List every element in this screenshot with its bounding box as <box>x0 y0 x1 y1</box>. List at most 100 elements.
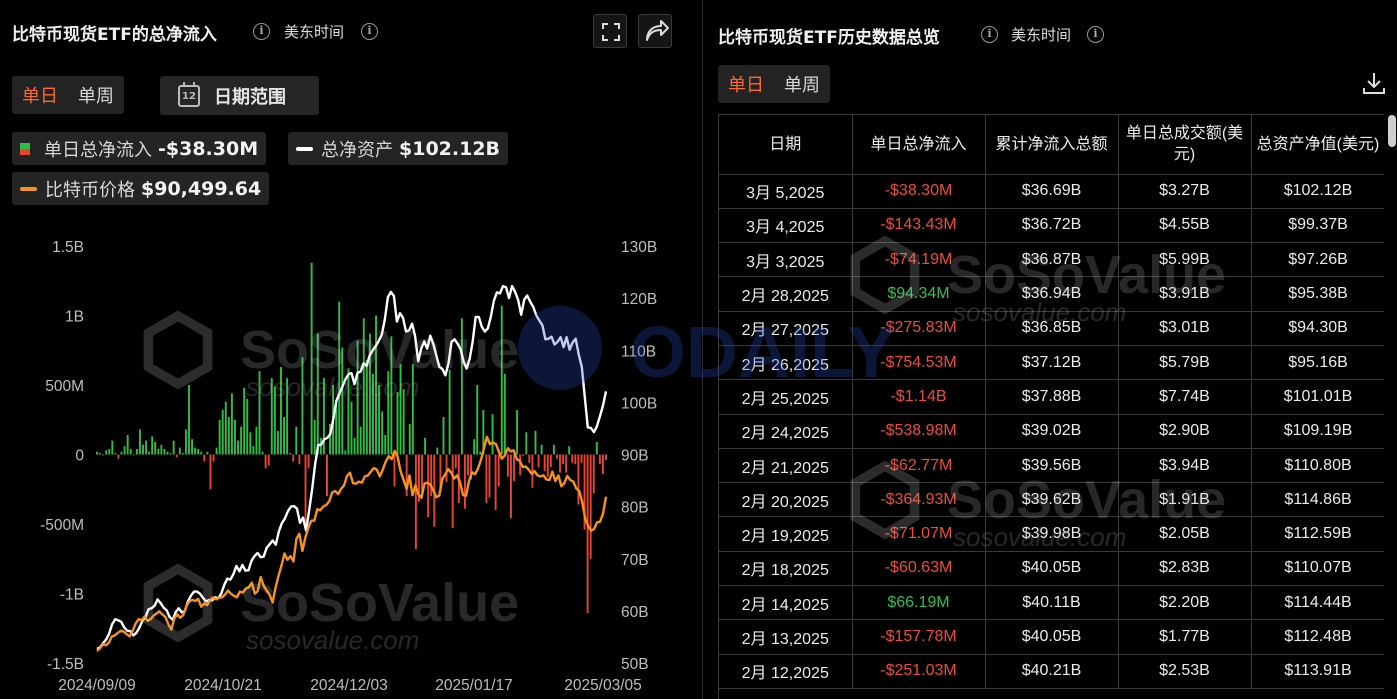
flow-bar[interactable] <box>500 305 503 455</box>
flow-bar[interactable] <box>276 430 279 455</box>
flow-bar[interactable] <box>96 451 98 455</box>
info-icon[interactable]: i <box>981 26 998 43</box>
flow-bar[interactable] <box>485 454 488 504</box>
flow-bar[interactable] <box>102 454 105 456</box>
flow-bar[interactable] <box>283 416 285 455</box>
flow-bar[interactable] <box>381 411 384 455</box>
flow-bar[interactable] <box>304 454 307 530</box>
legend-net-assets[interactable]: 总净资产 $102.12B <box>288 132 509 165</box>
flow-bar[interactable] <box>135 448 138 455</box>
flow-bar[interactable] <box>221 410 224 455</box>
flow-bar[interactable] <box>200 451 203 455</box>
flow-bar[interactable] <box>191 439 193 455</box>
flow-bar[interactable] <box>129 448 132 455</box>
flow-bar[interactable] <box>537 454 540 468</box>
flow-bar[interactable] <box>396 391 399 455</box>
flow-bar[interactable] <box>451 454 454 529</box>
flow-bar[interactable] <box>286 378 289 455</box>
flow-bar[interactable] <box>166 451 169 455</box>
timezone-info-icon[interactable]: i <box>1087 26 1104 43</box>
flow-bar[interactable] <box>513 454 515 481</box>
tab-weekly[interactable]: 单周 <box>774 71 830 97</box>
flow-bar[interactable] <box>402 389 405 455</box>
date-range-button[interactable]: 12 日期范围 <box>160 76 319 115</box>
flow-bar[interactable] <box>117 454 120 459</box>
flow-bar[interactable] <box>393 454 396 487</box>
flow-bar[interactable] <box>132 454 135 456</box>
flow-bar[interactable] <box>234 419 236 455</box>
flow-bar[interactable] <box>460 318 463 455</box>
flow-bar[interactable] <box>212 454 215 462</box>
flow-bar[interactable] <box>580 454 583 463</box>
flow-bar[interactable] <box>534 430 537 455</box>
flow-bar[interactable] <box>565 454 568 473</box>
legend-btc-price[interactable]: 比特币价格 $90,499.64 <box>12 172 270 205</box>
flow-bar[interactable] <box>378 385 381 455</box>
download-icon[interactable] <box>1361 70 1387 96</box>
flow-bar[interactable] <box>326 454 328 497</box>
flow-bar[interactable] <box>120 451 123 455</box>
flow-bar[interactable] <box>516 410 519 455</box>
flow-bar[interactable] <box>387 371 390 455</box>
flow-bar[interactable] <box>454 454 457 469</box>
flow-bar[interactable] <box>424 437 427 455</box>
flow-bar[interactable] <box>298 454 301 465</box>
flow-bar[interactable] <box>145 440 148 455</box>
flow-bar[interactable] <box>574 454 577 465</box>
table-scrollbar[interactable] <box>1388 115 1396 147</box>
flow-bar[interactable] <box>347 368 350 455</box>
fullscreen-icon[interactable] <box>593 14 627 48</box>
flow-bar[interactable] <box>362 318 365 455</box>
flow-bar[interactable] <box>172 440 175 455</box>
flow-bar[interactable] <box>148 451 151 455</box>
btc-price-line[interactable] <box>96 435 608 652</box>
flow-bar[interactable] <box>316 333 319 455</box>
history-table-container[interactable]: 日期 单日总净流入 累计净流入总额 单日总成交额(美元) 总资产净值(美元) 3月 5,… <box>718 114 1384 699</box>
column-header[interactable]: 累计净流入总额 <box>985 115 1119 175</box>
flow-bar[interactable] <box>464 454 466 509</box>
flow-bar[interactable] <box>215 447 218 455</box>
flow-bar[interactable] <box>350 401 353 455</box>
flow-bar[interactable] <box>375 315 377 455</box>
flow-bar[interactable] <box>160 444 163 455</box>
flow-bar[interactable] <box>126 435 129 455</box>
column-header[interactable]: 总资产净值(美元) <box>1251 115 1384 175</box>
flow-bar[interactable] <box>359 426 362 455</box>
flow-bar[interactable] <box>188 385 190 455</box>
flow-bar[interactable] <box>230 393 233 455</box>
flow-bar[interactable] <box>488 454 491 498</box>
tab-daily[interactable]: 单日 <box>12 82 68 108</box>
flow-bar[interactable] <box>313 419 316 455</box>
flow-bar[interactable] <box>224 401 227 455</box>
flow-bar[interactable] <box>108 448 111 455</box>
flow-bar[interactable] <box>445 454 448 483</box>
flow-bar[interactable] <box>142 444 144 455</box>
flow-bar[interactable] <box>601 454 604 474</box>
flow-bar[interactable] <box>467 454 469 476</box>
flow-bar[interactable] <box>589 454 592 559</box>
flow-bar[interactable] <box>605 454 607 461</box>
column-header[interactable]: 单日总成交额(美元) <box>1118 115 1252 175</box>
flow-bar[interactable] <box>497 454 500 487</box>
flow-bar[interactable] <box>372 373 374 455</box>
flow-bar[interactable] <box>555 454 558 459</box>
flow-bar[interactable] <box>261 451 264 455</box>
flow-bar[interactable] <box>414 454 417 550</box>
flow-bar[interactable] <box>549 454 552 468</box>
timezone-info-icon[interactable]: i <box>361 23 378 40</box>
flow-bar[interactable] <box>522 454 525 456</box>
flow-bar[interactable] <box>595 441 598 455</box>
tab-weekly[interactable]: 单周 <box>68 82 124 108</box>
flow-bar[interactable] <box>408 423 411 455</box>
flow-bar[interactable] <box>264 454 267 469</box>
flow-bar[interactable] <box>577 454 580 505</box>
flow-bar[interactable] <box>154 441 157 455</box>
flow-bar[interactable] <box>592 454 595 494</box>
flow-bar[interactable] <box>249 432 252 455</box>
flow-bar[interactable] <box>138 429 141 455</box>
flow-bar[interactable] <box>292 454 295 462</box>
flow-bar[interactable] <box>552 444 555 455</box>
flow-bar[interactable] <box>267 454 270 466</box>
info-icon[interactable]: i <box>253 23 270 40</box>
flow-bar[interactable] <box>105 450 108 455</box>
